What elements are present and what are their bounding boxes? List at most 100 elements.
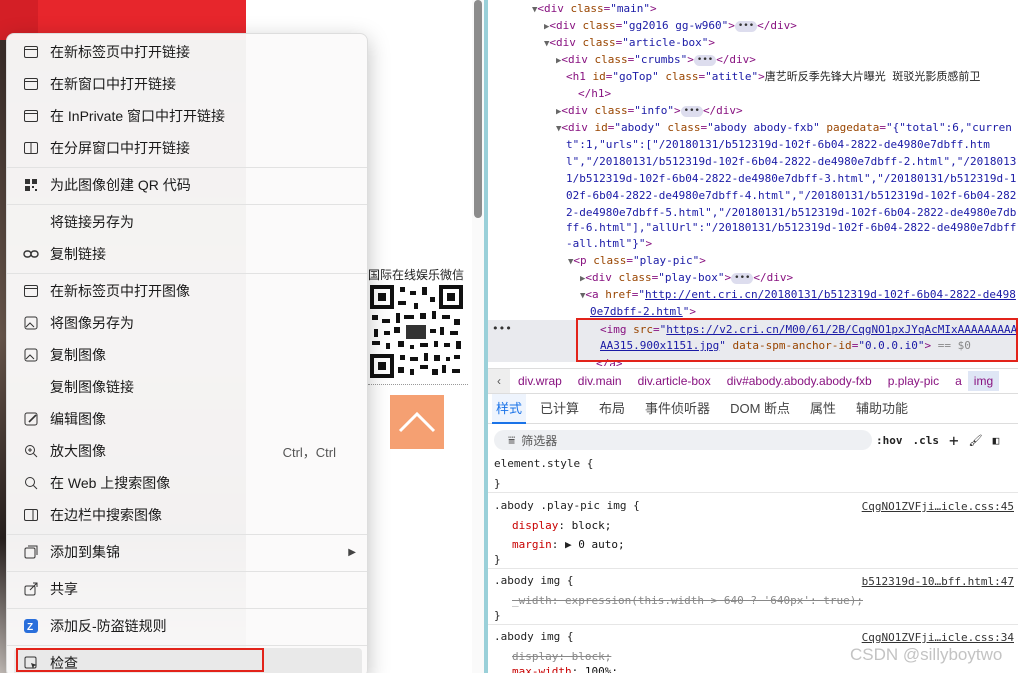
extension-icon: Z bbox=[21, 616, 41, 636]
tab-styles[interactable]: 样式 bbox=[492, 393, 527, 424]
new-tab-icon bbox=[21, 42, 41, 62]
css-rule-selector[interactable]: .abody img { bbox=[494, 571, 573, 590]
menu-open-link-split-screen[interactable]: 在分屏窗口中打开链接 bbox=[14, 133, 362, 163]
more-dots-icon[interactable]: ••• bbox=[492, 322, 512, 335]
css-source-link[interactable]: CqgNO1ZVFji…icle.css:45 bbox=[862, 500, 1014, 513]
menu-edit-image[interactable]: 编辑图像 bbox=[14, 404, 362, 434]
menu-separator bbox=[7, 571, 367, 572]
inprivate-window-icon bbox=[21, 106, 41, 126]
styles-filter-input[interactable]: ⩸ 筛选器 bbox=[494, 430, 872, 450]
dom-attr-line: 2-de4980e7dbff-5.html","/20180131/b51231… bbox=[566, 206, 1017, 219]
qr-code-icon bbox=[21, 175, 41, 195]
tab-layout[interactable]: 布局 bbox=[599, 394, 625, 424]
share-icon bbox=[21, 579, 41, 599]
tab-computed[interactable]: 已计算 bbox=[540, 394, 579, 424]
menu-search-image-sidebar[interactable]: 在边栏中搜索图像 bbox=[14, 500, 362, 530]
menu-copy-image-link[interactable]: 复制图像链接 bbox=[14, 372, 362, 402]
dom-node[interactable]: ▶<div class="info"> ••• </div> bbox=[556, 103, 743, 119]
back-to-top-button[interactable] bbox=[390, 395, 444, 449]
menu-copy-image[interactable]: 复制图像 bbox=[14, 340, 362, 370]
dom-node[interactable]: ▶<div class="gg2016 gg-w960"> ••• </div> bbox=[544, 18, 797, 34]
zoom-in-icon bbox=[21, 441, 41, 461]
menu-search-image-web[interactable]: 在 Web 上搜索图像 bbox=[14, 468, 362, 498]
css-declaration-disabled[interactable]: _width: expression(this.width > 640 ? '6… bbox=[512, 591, 863, 610]
dom-node[interactable]: ▶<div class="play-box"> ••• </div> bbox=[580, 270, 793, 286]
dom-node[interactable]: ▼<div class="main"> bbox=[532, 1, 657, 17]
tab-dom-breakpoints[interactable]: DOM 断点 bbox=[730, 394, 790, 424]
expand-triangle-icon[interactable]: ▶ bbox=[565, 538, 572, 551]
breadcrumb-item[interactable]: div.article-box bbox=[638, 374, 711, 388]
menu-separator bbox=[7, 273, 367, 274]
dom-link[interactable]: http://ent.cri.cn/20180131/b512319d-102f… bbox=[645, 288, 1016, 301]
collections-icon bbox=[21, 542, 41, 562]
dom-node[interactable]: </h1> bbox=[578, 86, 611, 102]
menu-zoom-image[interactable]: 放大图像 Ctrl，Ctrl bbox=[14, 436, 362, 466]
menu-open-image-new-tab[interactable]: 在新标签页中打开图像 bbox=[14, 276, 362, 306]
menu-add-anti-hotlink-rule[interactable]: Z 添加反-防盗链规则 bbox=[14, 611, 362, 641]
css-rule-selector[interactable]: .abody img { bbox=[494, 627, 573, 646]
new-tab-icon bbox=[21, 281, 41, 301]
qr-code bbox=[370, 285, 463, 378]
tab-accessibility[interactable]: 辅助功能 bbox=[856, 394, 908, 424]
dom-node[interactable]: ▼<a href="http://ent.cri.cn/20180131/b51… bbox=[580, 287, 1016, 303]
menu-save-image-as[interactable]: 将图像另存为 bbox=[14, 308, 362, 338]
menu-open-link-inprivate[interactable]: 在 InPrivate 窗口中打开链接 bbox=[14, 101, 362, 131]
qr-caption: 国际在线娱乐微信 bbox=[368, 268, 465, 282]
breadcrumb-item[interactable]: p.play-pic bbox=[888, 374, 939, 388]
tab-event-listeners[interactable]: 事件侦听器 bbox=[645, 394, 710, 424]
css-source-link[interactable]: b512319d-10…bff.html:47 bbox=[862, 575, 1014, 588]
menu-separator bbox=[7, 167, 367, 168]
dom-attr-line: 1/b512319d-102f-6b04-2822-de4980e7dbff-3… bbox=[566, 172, 1017, 185]
inspect-highlight-box bbox=[16, 648, 264, 672]
dom-node[interactable]: <h1 id="goTop" class="atitle">唐艺昕反季先锋大片曝… bbox=[566, 69, 980, 85]
chevron-left-icon[interactable]: ‹ bbox=[488, 369, 510, 393]
breadcrumb-item[interactable]: a bbox=[955, 374, 962, 388]
paint-icon[interactable]: 🖌 bbox=[969, 434, 983, 447]
submenu-arrow-icon: ▶ bbox=[348, 546, 356, 558]
toggle-sidebar-icon[interactable]: ◧ bbox=[993, 434, 1000, 447]
link-icon bbox=[21, 244, 41, 264]
dom-attr-line: l","/20180131/b512319d-102f-6b04-2822-de… bbox=[566, 155, 1017, 168]
menu-create-qr-code[interactable]: 为此图像创建 QR 代码 bbox=[14, 170, 362, 200]
menu-separator bbox=[7, 645, 367, 646]
dom-node[interactable]: ▼<div class="article-box"> bbox=[544, 35, 715, 51]
menu-open-link-new-tab[interactable]: 在新标签页中打开链接 bbox=[14, 37, 362, 67]
menu-save-link-as[interactable]: 将链接另存为 bbox=[14, 207, 362, 237]
hov-toggle[interactable]: :hov bbox=[876, 434, 903, 447]
css-declaration[interactable]: max-width: 100%; bbox=[512, 662, 618, 673]
edit-image-icon bbox=[21, 409, 41, 429]
page-scrollbar-thumb[interactable] bbox=[474, 0, 482, 218]
css-source-link[interactable]: CqgNO1ZVFji…icle.css:34 bbox=[862, 631, 1014, 644]
menu-copy-link[interactable]: 复制链接 bbox=[14, 239, 362, 269]
breadcrumb-item[interactable]: div.main bbox=[578, 374, 622, 388]
devtools-tabs: 样式 已计算 布局 事件侦听器 DOM 断点 属性 辅助功能 bbox=[488, 393, 1018, 424]
breadcrumb-item[interactable]: div#abody.abody.abody-fxb bbox=[727, 374, 872, 388]
menu-separator bbox=[7, 608, 367, 609]
dom-node[interactable]: ▼<p class="play-pic"> bbox=[568, 253, 706, 269]
filter-icon: ⩸ bbox=[508, 432, 516, 447]
watermark: CSDN @sillyboytwo bbox=[850, 645, 1003, 664]
menu-separator bbox=[7, 534, 367, 535]
menu-share[interactable]: 共享 bbox=[14, 574, 362, 604]
menu-separator bbox=[7, 204, 367, 205]
tab-properties[interactable]: 属性 bbox=[810, 394, 836, 424]
css-declaration[interactable]: margin: ▶ 0 auto; bbox=[512, 535, 625, 554]
copy-image-icon bbox=[21, 345, 41, 365]
add-rule-icon[interactable]: + bbox=[949, 431, 959, 450]
css-rule-selector[interactable]: .abody .play-pic img { bbox=[494, 496, 640, 515]
breadcrumb-item-current[interactable]: img bbox=[967, 371, 1000, 391]
element-style-rule[interactable]: element.style { bbox=[494, 454, 593, 473]
dom-node[interactable]: ▼<div id="abody" class="abody abody-fxb"… bbox=[556, 120, 1012, 136]
dom-node[interactable]: ▶<div class="crumbs"> ••• </div> bbox=[556, 52, 756, 68]
breadcrumb-item[interactable]: div.wrap bbox=[518, 374, 562, 388]
menu-add-to-collections[interactable]: 添加到集锦 ▶ bbox=[14, 537, 362, 567]
dom-attr-line: -all.html"}"> bbox=[566, 237, 653, 250]
css-declaration[interactable]: display: block; bbox=[512, 516, 611, 535]
dom-attr-line: ff-6.html"],"allUrl":"/20180131/b512319d… bbox=[566, 221, 1017, 234]
dom-breadcrumbs: ‹ div.wrap div.main div.article-box div#… bbox=[488, 368, 1018, 394]
sidebar-search-icon bbox=[21, 505, 41, 525]
cls-toggle[interactable]: .cls bbox=[913, 434, 940, 447]
menu-open-link-new-window[interactable]: 在新窗口中打开链接 bbox=[14, 69, 362, 99]
rule-separator bbox=[488, 624, 1018, 625]
dom-link[interactable]: 0e7dbff-2.html bbox=[590, 305, 683, 318]
